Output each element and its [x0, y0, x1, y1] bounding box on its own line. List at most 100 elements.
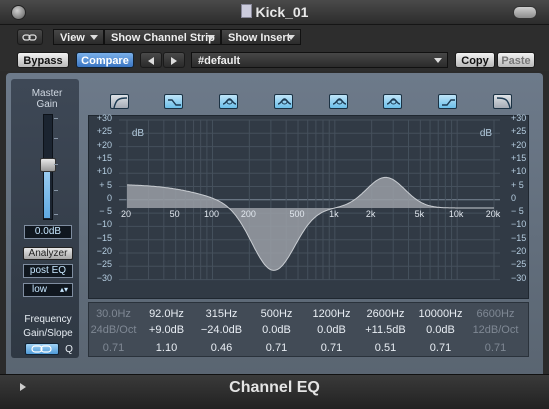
band-3-gain-value[interactable]: −24.0dB: [194, 324, 249, 336]
chevron-down-icon: [287, 35, 295, 40]
db-tick-label: −20: [96, 246, 112, 256]
fader-scale-tick: [54, 164, 58, 165]
band-2-frequency-value[interactable]: 92.0Hz: [139, 308, 194, 320]
master-gain-value[interactable]: 0.0dB: [24, 225, 72, 239]
eq-graph[interactable]: [88, 115, 529, 299]
master-gain-label: Master Gain: [31, 88, 63, 110]
band-8-q-value[interactable]: 0.71: [468, 342, 523, 354]
band-6-toggle[interactable]: [383, 94, 402, 109]
band-1-frequency-value[interactable]: 30.0Hz: [86, 308, 141, 320]
analyzer-resolution-select[interactable]: low ▴▾: [23, 283, 73, 297]
arrow-right-icon: [171, 57, 177, 65]
chevron-down-icon: [90, 35, 98, 40]
band-1-gain-value[interactable]: 24dB/Oct: [86, 324, 141, 336]
db-tick-label: +15: [96, 152, 112, 163]
db-tick-label: + 5: [99, 179, 112, 190]
chevron-down-icon: [434, 58, 442, 63]
band-7-gain-value[interactable]: 0.0dB: [413, 324, 468, 336]
show-insert-menu[interactable]: Show Insert: [221, 29, 301, 45]
db-tick-label: − 5: [511, 206, 524, 217]
band-1-toggle[interactable]: [110, 94, 129, 109]
db-tick-label: +25: [511, 126, 527, 137]
show-channel-strip-menu[interactable]: Show Channel Strip: [104, 29, 221, 45]
frequency-tick-label: 50: [169, 209, 180, 219]
band-8-frequency-value[interactable]: 6600Hz: [468, 308, 523, 320]
db-tick-label: −25: [96, 259, 112, 270]
band-4-gain-value[interactable]: 0.0dB: [249, 324, 304, 336]
band-5-gain-value[interactable]: 0.0dB: [304, 324, 359, 336]
link-button[interactable]: [17, 29, 43, 45]
band-8-gain-value[interactable]: 12dB/Oct: [468, 324, 523, 336]
window-title: Kick_01: [0, 4, 549, 20]
analyzer-button[interactable]: Analyzer: [23, 247, 73, 260]
band-6-frequency-value[interactable]: 2600Hz: [358, 308, 413, 320]
bell-icon: [222, 98, 237, 105]
copy-button[interactable]: Copy: [455, 52, 495, 68]
show-insert-label: Show Insert: [228, 32, 291, 44]
db-tick-label: + 5: [511, 179, 524, 190]
db-tick-label: +25: [96, 126, 112, 137]
db-tick-label: 0: [106, 192, 112, 203]
db-tick-label: −15: [96, 232, 112, 243]
q-link-button[interactable]: [25, 343, 59, 355]
db-tick-label: +30: [96, 113, 112, 123]
band-5-toggle[interactable]: [329, 94, 348, 109]
bypass-button[interactable]: Bypass: [17, 52, 69, 68]
db-tick-label: −15: [511, 232, 527, 243]
window-title-text: Kick_01: [255, 4, 309, 20]
band-2-gain-value[interactable]: +9.0dB: [139, 324, 194, 336]
band-6-gain-value[interactable]: +11.5dB: [358, 324, 413, 336]
band-7-frequency-value[interactable]: 10000Hz: [413, 308, 468, 320]
band-5-q-value[interactable]: 0.71: [304, 342, 359, 354]
frequency-tick-label: 200: [240, 209, 256, 219]
high-cut-icon: [496, 97, 511, 108]
band-7-q-value[interactable]: 0.71: [413, 342, 468, 354]
document-icon: [240, 4, 252, 18]
preset-value: #default: [198, 55, 241, 67]
frequency-tick-label: 100: [203, 209, 220, 219]
preset-menu[interactable]: #default: [191, 52, 448, 68]
band-3-q-value[interactable]: 0.46: [194, 342, 249, 354]
band-4-toggle[interactable]: [274, 94, 293, 109]
band-5-frequency-value[interactable]: 1200Hz: [304, 308, 359, 320]
band-6-q-value[interactable]: 0.51: [358, 342, 413, 354]
next-preset-button[interactable]: [163, 52, 185, 68]
db-tick-label: +10: [511, 166, 527, 177]
frequency-tick-label: 10k: [448, 209, 464, 219]
compare-button[interactable]: Compare: [76, 52, 134, 68]
frequency-tick-label: 500: [289, 209, 305, 219]
frequency-tick-label: 20k: [485, 209, 501, 219]
frequency-tick-label: 2k: [365, 209, 376, 219]
low-cut-icon: [113, 97, 128, 108]
db-unit-right: dB: [479, 128, 493, 139]
fader-scale-tick: [54, 190, 58, 191]
band-4-q-value[interactable]: 0.71: [249, 342, 304, 354]
band-3-toggle[interactable]: [219, 94, 238, 109]
db-tick-label: +20: [96, 139, 112, 150]
db-unit-left: dB: [131, 128, 145, 139]
gain-slope-row-label: Gain/Slope: [23, 328, 73, 339]
plugin-name: Channel EQ: [229, 379, 320, 396]
band-7-toggle[interactable]: [438, 94, 457, 109]
chevron-down-icon: [207, 35, 215, 40]
analyzer-mode-select[interactable]: post EQ: [23, 264, 73, 278]
db-tick-label: +30: [511, 113, 527, 123]
toolbar-toggle-button[interactable]: [513, 6, 537, 19]
band-8-toggle[interactable]: [493, 94, 512, 109]
previous-preset-button[interactable]: [140, 52, 162, 68]
fader-scale-tick: [54, 214, 58, 215]
paste-button[interactable]: Paste: [497, 52, 535, 68]
view-menu[interactable]: View: [53, 29, 104, 45]
frequency-tick-label: 5k: [414, 209, 425, 219]
db-tick-label: +15: [511, 152, 527, 163]
db-tick-label: −20: [511, 246, 527, 256]
master-gain-fader-handle[interactable]: [40, 158, 56, 172]
band-4-frequency-value[interactable]: 500Hz: [249, 308, 304, 320]
band-3-frequency-value[interactable]: 315Hz: [194, 308, 249, 320]
band-2-q-value[interactable]: 1.10: [139, 342, 194, 354]
bell-icon: [277, 98, 292, 105]
band-2-toggle[interactable]: [164, 94, 183, 109]
band-1-q-value[interactable]: 0.71: [86, 342, 141, 354]
db-tick-label: −30: [96, 272, 112, 283]
db-tick-label: +10: [96, 166, 112, 177]
